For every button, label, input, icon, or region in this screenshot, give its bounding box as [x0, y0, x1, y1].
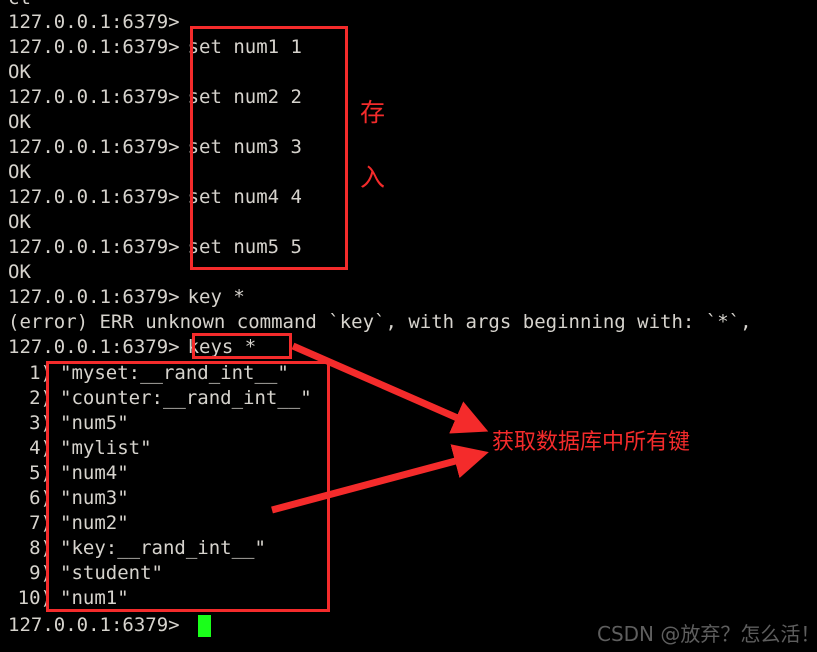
terminal-line: OK	[8, 110, 31, 135]
terminal-line: 127.0.0.1:6379> set num4 4	[8, 185, 302, 210]
list-index: 1)	[29, 362, 52, 384]
terminal-line: OK	[8, 210, 31, 235]
store-annotation-char-1: 存	[360, 98, 386, 127]
text-cursor	[198, 615, 211, 637]
store-annotation-char-2: 入	[360, 163, 386, 192]
shell-prompt: 127.0.0.1:6379>	[8, 11, 180, 33]
list-value: "key:__rand_int__"	[60, 537, 266, 559]
terminal-line: 127.0.0.1:6379> keys *	[8, 335, 256, 360]
terminal-output[interactable]: 127.0.0.1:6379> 127.0.0.1:6379> set num1 …	[0, 0, 817, 652]
command-text: key *	[187, 286, 245, 308]
list-index: 9)	[29, 562, 52, 584]
command-output: OK	[8, 211, 31, 233]
error-line: (error) ERR unknown command `key`, with …	[8, 310, 752, 335]
list-index: 8)	[29, 537, 52, 559]
terminal-window: ct 127.0.0.1:6379> 127.0.0.1:6379>set nu…	[0, 0, 817, 652]
shell-prompt: 127.0.0.1:6379>	[8, 86, 180, 108]
shell-prompt: 127.0.0.1:6379>	[8, 236, 180, 258]
terminal-line: OK	[8, 160, 31, 185]
command-text: set num4 4	[187, 186, 302, 208]
list-index: 7)	[29, 512, 52, 534]
terminal-line: 127.0.0.1:6379> set num5 5	[8, 235, 302, 260]
list-item: 5) "num4"	[8, 461, 129, 486]
list-item: 4) "mylist"	[8, 436, 152, 461]
shell-prompt: 127.0.0.1:6379>	[8, 36, 180, 58]
list-value: "num2"	[60, 512, 129, 534]
list-item: 1) "myset:__rand_int__"	[8, 361, 289, 386]
list-value: "num3"	[60, 487, 129, 509]
terminal-line: 127.0.0.1:6379> set num2 2	[8, 85, 302, 110]
shell-prompt: 127.0.0.1:6379>	[8, 136, 180, 158]
list-item: 6) "num3"	[8, 486, 129, 511]
shell-prompt: 127.0.0.1:6379>	[8, 614, 180, 636]
list-index: 10)	[17, 587, 52, 609]
list-value: "num4"	[60, 462, 129, 484]
command-output: OK	[8, 111, 31, 133]
command-text: set num3 3	[187, 136, 302, 158]
list-index: 6)	[29, 487, 52, 509]
terminal-line: OK	[8, 60, 31, 85]
terminal-line: 127.0.0.1:6379> key *	[8, 285, 245, 310]
list-index: 3)	[29, 412, 52, 434]
list-value: "num1"	[60, 587, 129, 609]
list-item: 7) "num2"	[8, 511, 129, 536]
command-text: set num1 1	[187, 36, 302, 58]
list-value: "mylist"	[60, 437, 152, 459]
list-value: "num5"	[60, 412, 129, 434]
terminal-line: 127.0.0.1:6379> set num3 3	[8, 135, 302, 160]
terminal-line: 127.0.0.1:6379> set num1 1	[8, 35, 302, 60]
list-index: 5)	[29, 462, 52, 484]
command-output: OK	[8, 261, 31, 283]
error-message: (error) ERR unknown command `key`, with …	[8, 311, 752, 333]
command-output: OK	[8, 161, 31, 183]
command-text: set num5 5	[187, 236, 302, 258]
shell-prompt: 127.0.0.1:6379>	[8, 286, 180, 308]
command-output: OK	[8, 61, 31, 83]
list-item: 10) "num1"	[8, 586, 129, 611]
list-item: 3) "num5"	[8, 411, 129, 436]
terminal-line: OK	[8, 260, 31, 285]
shell-prompt: 127.0.0.1:6379>	[8, 186, 180, 208]
shell-prompt: 127.0.0.1:6379>	[8, 336, 180, 358]
list-index: 2)	[29, 387, 52, 409]
keys-description-annotation: 获取数据库中所有键	[492, 430, 691, 455]
terminal-line-active[interactable]: 127.0.0.1:6379>	[8, 613, 180, 638]
list-item: 9) "student"	[8, 561, 163, 586]
list-value: "student"	[60, 562, 163, 584]
terminal-line: 127.0.0.1:6379>	[8, 10, 180, 35]
command-text: keys *	[187, 336, 257, 358]
list-value: "myset:__rand_int__"	[60, 362, 289, 384]
list-item: 8) "key:__rand_int__"	[8, 536, 266, 561]
list-item: 2) "counter:__rand_int__"	[8, 386, 312, 411]
command-text: set num2 2	[187, 86, 302, 108]
list-value: "counter:__rand_int__"	[60, 387, 312, 409]
csdn-watermark: CSDN @放弃？怎么活！	[597, 622, 817, 646]
list-index: 4)	[29, 437, 52, 459]
